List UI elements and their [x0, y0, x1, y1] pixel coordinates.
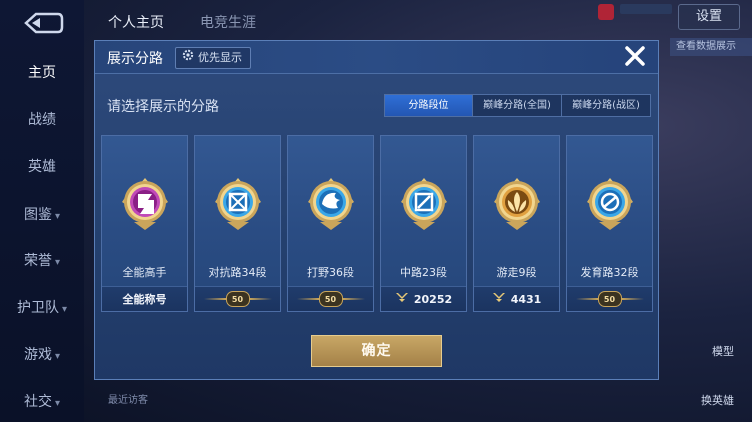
tab-peak-national[interactable]: 巅峰分路(全国): [472, 95, 561, 116]
tab-personal-home[interactable]: 个人主页: [108, 12, 164, 32]
lane-card-label: 中路23段: [400, 266, 447, 279]
all-round-badge-icon: [120, 176, 170, 232]
chevron-down-icon: ▾: [61, 304, 68, 315]
settings-button[interactable]: 设置: [678, 4, 740, 30]
chevron-down-icon: ▾: [54, 398, 61, 409]
sidebar-item-label: 社交: [23, 394, 52, 410]
confirm-button[interactable]: 确定: [311, 335, 442, 367]
view-data-display-button[interactable]: 查看数据展示: [670, 38, 752, 56]
lane-card-footer: 50: [288, 286, 373, 311]
lane-card-footer: 4431: [474, 286, 559, 311]
close-icon: [624, 45, 646, 71]
lane-card-footer: 50: [567, 286, 652, 311]
sidebar-item-label: 护卫队: [16, 300, 59, 316]
lane-card[interactable]: 打野36段 50: [287, 135, 374, 312]
chevron-down-icon: ▾: [54, 257, 61, 268]
lane-card[interactable]: 对抗路34段 50: [194, 135, 281, 312]
chevron-down-icon: ▾: [54, 211, 61, 222]
peak-points-icon: [395, 292, 414, 306]
dialog-subtitle: 请选择展示的分路: [107, 99, 219, 115]
wing-decoration: [342, 298, 365, 300]
peak-points-value: 20252: [413, 292, 453, 306]
dialog-title: 展示分路: [107, 51, 163, 67]
chevron-down-icon: ▾: [54, 351, 61, 362]
lane-card-footer: 全能称号: [102, 286, 187, 311]
clash-lane-badge-icon: [213, 176, 263, 232]
sidebar-item-label: 荣誉: [23, 253, 52, 269]
sidebar-item[interactable]: 英雄: [0, 156, 84, 176]
sidebar-item[interactable]: 图鉴 ▾: [0, 204, 84, 224]
sidebar-item-label: 英雄: [28, 159, 56, 175]
star-count-badge: 50: [225, 291, 250, 307]
tab-esports-career[interactable]: 电竞生涯: [200, 12, 256, 32]
lane-card-label: 发育路32段: [580, 266, 639, 279]
tab-lane-rank[interactable]: 分路段位: [385, 95, 472, 116]
model-button[interactable]: 模型: [712, 343, 734, 359]
lane-card-footer: 50: [195, 286, 280, 311]
recent-visitors-label: 最近访客: [108, 395, 148, 406]
lane-card-label: 全能高手: [122, 266, 167, 279]
star-count-badge: 50: [597, 291, 622, 307]
lane-card[interactable]: 发育路32段 50: [566, 135, 653, 312]
wing-decoration: [621, 298, 644, 300]
lane-card-label: 游走9段: [496, 266, 537, 279]
farm-lane-badge-icon: [585, 176, 635, 232]
top-info-bar: [620, 4, 672, 14]
lane-card-list: 全能高手 全能称号 对抗路34段 50 打野36段 50 中路23段 20252 游走9段 443…: [101, 135, 653, 312]
lane-card[interactable]: 中路23段 20252: [380, 135, 467, 312]
wing-decoration: [575, 298, 598, 300]
back-icon[interactable]: [18, 10, 64, 36]
sidebar-item-label: 图鉴: [23, 207, 52, 223]
lane-card-label: 对抗路34段: [208, 266, 267, 279]
sidebar-item-label: 主页: [28, 65, 56, 81]
lane-display-dialog: 展示分路 优先显示 请选择展示的分路 分路段位 巅峰分路(全国) 巅峰分路(战区…: [94, 40, 659, 380]
sidebar-item[interactable]: 社交 ▾: [0, 391, 84, 411]
avatar[interactable]: [598, 4, 614, 20]
mid-lane-badge-icon: [399, 176, 449, 232]
wing-decoration: [249, 298, 272, 300]
peak-points-icon: [492, 292, 511, 306]
close-button[interactable]: [615, 41, 655, 75]
jungle-badge-icon: [306, 176, 356, 232]
star-count-badge: 50: [318, 291, 343, 307]
wing-decoration: [203, 298, 226, 300]
change-hero-button[interactable]: 换英雄: [701, 392, 734, 408]
lane-card[interactable]: 全能高手 全能称号: [101, 135, 188, 312]
gear-icon: [182, 48, 194, 68]
sidebar-item-label: 游戏: [23, 347, 52, 363]
priority-display-button[interactable]: 优先显示: [175, 47, 251, 69]
sidebar-item[interactable]: 战绩: [0, 109, 84, 129]
roam-badge-icon: [492, 176, 542, 232]
lane-card-label: 打野36段: [307, 266, 354, 279]
sidebar-item-label: 战绩: [28, 112, 56, 128]
lane-card-footer: 20252: [381, 286, 466, 311]
peak-points-value: 4431: [510, 292, 542, 306]
sidebar-item[interactable]: 游戏 ▾: [0, 344, 84, 364]
priority-display-label: 优先显示: [198, 51, 242, 64]
sidebar-item[interactable]: 荣誉 ▾: [0, 250, 84, 270]
sidebar-item[interactable]: 主页: [0, 62, 84, 82]
lane-card[interactable]: 游走9段 4431: [473, 135, 560, 312]
dialog-header: 展示分路 优先显示: [95, 41, 658, 74]
wing-decoration: [296, 298, 319, 300]
tab-peak-region[interactable]: 巅峰分路(战区): [561, 95, 650, 116]
sidebar-item[interactable]: 护卫队 ▾: [0, 297, 84, 317]
title-label: 全能称号: [122, 293, 167, 306]
lane-tabs: 分路段位 巅峰分路(全国) 巅峰分路(战区): [384, 94, 651, 117]
